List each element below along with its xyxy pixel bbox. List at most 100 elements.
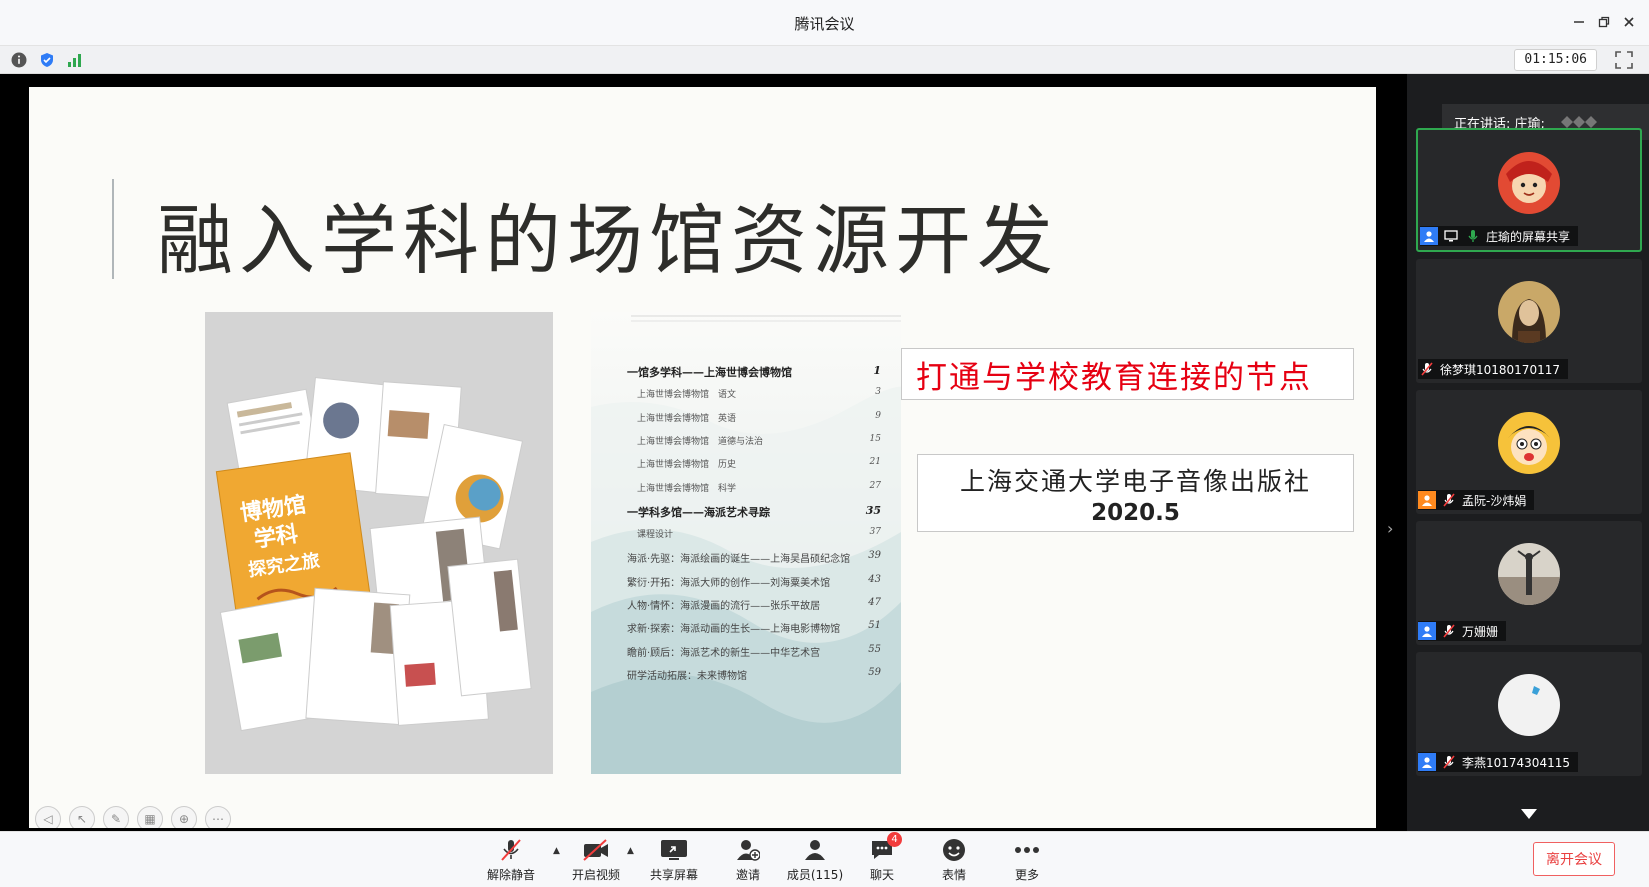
unmute-button[interactable]: 解除静音 [475,838,547,884]
toc-entry-page: 9 [875,410,881,421]
leave-meeting-button[interactable]: 离开会议 [1533,842,1615,876]
participant-card[interactable]: 万姗姗 [1416,521,1642,645]
toc-entry: 瞻前·顾后：海派艺术的新生——中华艺术宫 55 [627,644,881,659]
toc-entry: 一馆多学科——上海世博会博物馆 1 [627,364,881,380]
toc-entry-title: 上海世博会博物馆 历史 [637,460,737,471]
avatar [1498,674,1560,736]
unmute-label: 解除静音 [486,868,535,882]
toc-entry-page: 15 [869,433,881,444]
toc-entry-page: 59 [868,666,881,678]
pointer-icon[interactable]: ↖ [69,806,95,828]
mic-muted-icon [496,838,526,862]
toc-entry: 上海世博会博物馆 语文 3 [637,387,881,400]
avatar [1498,281,1560,343]
toc-entry-page: 55 [868,643,881,655]
toc-entry-page: 39 [868,550,881,562]
slide-toolbar: ◁ ↖ ✎ ▦ ⊕ ⋯ [35,806,231,828]
invite-button[interactable]: 邀请 [712,838,784,884]
participant-label-bar: 徐梦琪10180170117 [1418,359,1568,379]
more-button[interactable]: 更多 [991,838,1063,884]
share-screen-label: 共享屏幕 [649,868,698,882]
restore-icon[interactable] [1592,10,1616,34]
toc-entry: 上海世博会博物馆 科学 27 [637,481,881,494]
more-icon [1012,838,1042,862]
network-signal-icon[interactable] [66,51,84,69]
invite-user-icon [733,838,763,862]
video-options-caret-icon[interactable]: ▲ [627,846,637,856]
security-shield-icon[interactable] [38,51,56,69]
share-screen-button[interactable]: 共享屏幕 [638,838,710,884]
toc-entry-page: 51 [868,620,881,632]
participant-card[interactable]: 李燕10174304115 [1416,652,1642,776]
toc-entry-page: 1 [873,364,881,377]
participant-card[interactable]: 庄瑜的屏幕共享 [1416,128,1642,252]
emoji-button[interactable]: 表情 [918,838,990,884]
participant-name: 孟阮-沙炜娟 [1462,493,1527,508]
toc-entry: 一学科多馆——海派艺术寻踪 35 [627,504,881,520]
participant-label-bar: 李燕10174304115 [1418,752,1578,772]
camera-off-icon [581,838,611,862]
chat-unread-badge: 4 [887,832,902,847]
avatar [1498,543,1560,605]
pen-icon[interactable]: ✎ [103,806,129,828]
user-icon [1418,753,1436,771]
publisher-box: 上海交通大学电子音像出版社 2020.5 [917,454,1354,532]
toc-entry: 人物·情怀：海派漫画的流行——张乐平故居 47 [627,597,881,612]
publisher-name: 上海交通大学电子音像出版社 [959,467,1311,496]
toc-entry-title: 人物·情怀：海派漫画的流行——张乐平故居 [627,601,821,612]
toc-entry-title: 上海世博会博物馆 英语 [637,413,737,424]
toc-entry-page: 3 [875,387,881,398]
toc-entry-page: 27 [869,480,881,491]
toc-entry-page: 47 [868,597,881,608]
info-icon[interactable] [10,51,28,69]
toc-entry: 繁衍·开拓：海派大师的创作——刘海粟美术馆 43 [627,574,881,589]
participant-name: 李燕10174304115 [1462,755,1570,770]
members-icon [800,838,830,862]
chat-button[interactable]: 4 聊天 [846,832,918,884]
participant-name: 庄瑜的屏幕共享 [1486,229,1571,244]
collapse-panel-icon[interactable]: › [1387,519,1393,538]
invite-label: 邀请 [735,868,760,882]
participant-label-bar: 万姗姗 [1418,621,1507,641]
presentation-slide: 融入学科的场馆资源开发 博物馆 学科 探究之旅 一馆多学科——上海世博会博物馆 … [29,87,1376,828]
mic-muted-icon [1440,753,1458,771]
more-options-icon[interactable]: ⋯ [205,806,231,828]
participant-card[interactable]: 孟阮-沙炜娟 [1416,390,1642,514]
fullscreen-icon[interactable] [1615,51,1633,69]
participant-card[interactable]: 徐梦琪10180170117 [1416,259,1642,383]
prev-slide-icon[interactable]: ◁ [35,806,61,828]
toc-entry: 课程设计 37 [637,527,881,540]
more-label: 更多 [1014,868,1039,882]
toc-entry-title: 上海世博会博物馆 语文 [637,390,737,401]
title-bar: 腾讯会议 [0,0,1649,46]
avatar [1498,412,1560,474]
book-photo: 博物馆 学科 探究之旅 [205,312,553,774]
heading-accent-line [112,179,114,279]
slide-heading: 融入学科的场馆资源开发 [157,196,1059,285]
user-icon [1420,227,1438,245]
toc-entry-page: 35 [865,503,881,517]
avatar [1498,152,1560,214]
toc-entry-title: 上海世博会博物馆 科学 [637,483,737,494]
user-icon [1418,622,1436,640]
close-icon[interactable] [1617,10,1641,34]
user-icon [1418,491,1436,509]
mic-on-icon [1464,227,1482,245]
slides-grid-icon[interactable]: ▦ [137,806,163,828]
toc-entry-title: 上海世博会博物馆 道德与法治 [637,436,764,447]
shared-screen-area: 融入学科的场馆资源开发 博物馆 学科 探究之旅 一馆多学科——上海世博会博物馆 … [0,74,1407,831]
minimize-icon[interactable] [1567,10,1591,34]
mic-muted-icon [1418,360,1436,378]
members-label: 成员(115) [786,868,844,882]
members-button[interactable]: 成员(115) [779,838,851,884]
scroll-down-icon[interactable] [1519,808,1539,824]
toc-entry-title: 求新·探索：海派动画的生长——上海电影博物馆 [627,624,841,636]
publish-year: 2020.5 [1091,500,1180,526]
toc-entry: 研学活动拓展：未来博物馆 59 [627,667,881,682]
zoom-icon[interactable]: ⊕ [171,806,197,828]
start-video-button[interactable]: 开启视频 [560,838,632,884]
toc-entry-page: 37 [869,527,881,538]
participant-label-bar: 孟阮-沙炜娟 [1418,490,1535,510]
mic-muted-icon [1440,491,1458,509]
toc-mountain-illustration [591,315,901,774]
